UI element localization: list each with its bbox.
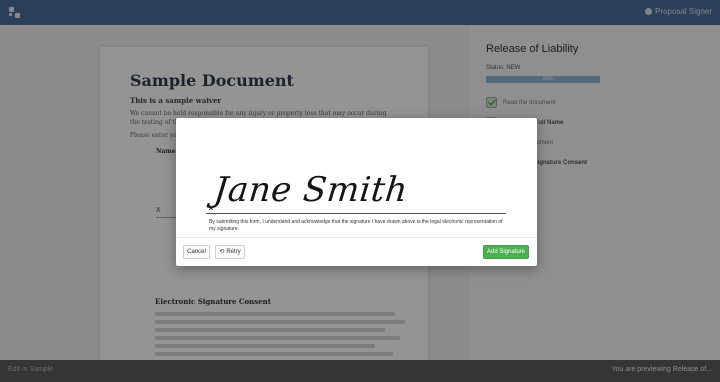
retry-button[interactable]: ⟲ Retry <box>215 245 245 259</box>
signature-disclaimer: By submitting this form, I understand an… <box>209 219 503 232</box>
signature-modal: Jane Smith x By submitting this form, I … <box>176 118 537 266</box>
retry-label: Retry <box>226 249 241 255</box>
drawn-signature: Jane Smith <box>211 170 410 210</box>
signature-baseline <box>206 213 506 214</box>
signature-x-mark: x <box>209 203 214 212</box>
retry-icon: ⟲ <box>219 249 225 255</box>
add-signature-button[interactable]: Add Signature <box>483 245 529 259</box>
cancel-button[interactable]: Cancel <box>183 245 210 259</box>
modal-footer: Cancel ⟲ Retry Add Signature <box>176 237 537 266</box>
